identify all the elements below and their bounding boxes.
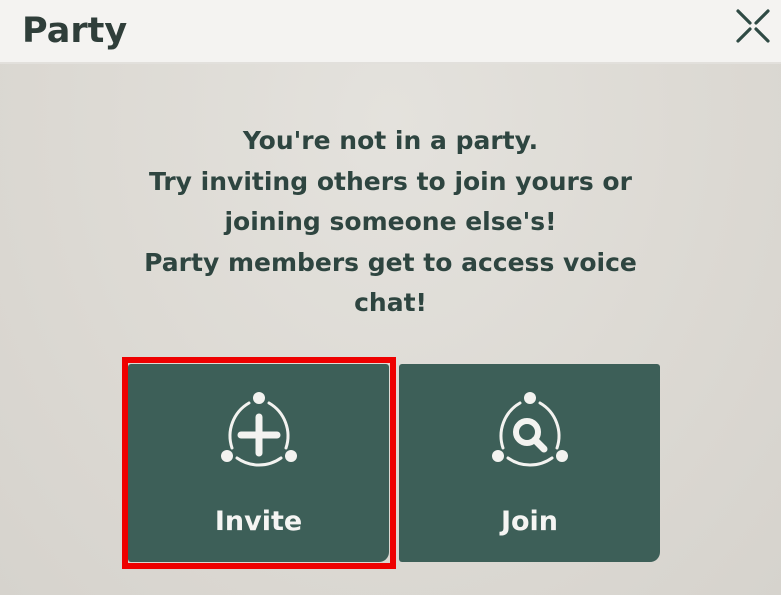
message-line: chat! xyxy=(354,288,427,317)
message-line: joining someone else's! xyxy=(224,207,557,236)
close-button[interactable] xyxy=(733,6,773,46)
add-circle-icon xyxy=(220,392,297,467)
invite-button[interactable]: Invite xyxy=(128,364,389,562)
message-line: Party members get to access voice xyxy=(144,247,637,277)
title-bar: Party xyxy=(0,0,781,64)
party-window: Party You're not in a party. Try invitin… xyxy=(0,0,781,595)
search-circle-icon xyxy=(491,392,568,467)
message-line: Try inviting others to join yours or xyxy=(149,166,632,196)
join-label: Join xyxy=(500,506,559,537)
invite-label: Invite xyxy=(214,506,303,537)
close-icon xyxy=(736,9,770,43)
window-title: Party xyxy=(22,11,128,51)
join-button[interactable]: Join xyxy=(399,364,660,562)
message-line: You're not in a party. xyxy=(242,126,539,155)
empty-party-message: You're not in a party. Try inviting othe… xyxy=(120,121,661,324)
